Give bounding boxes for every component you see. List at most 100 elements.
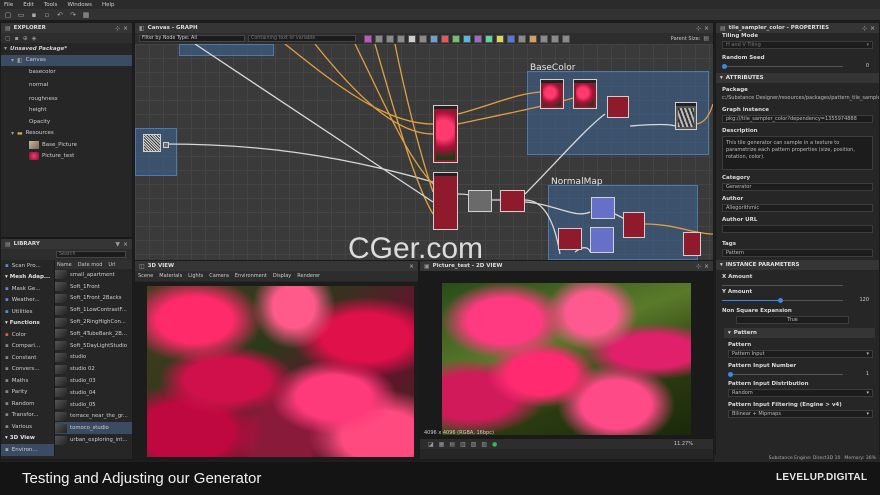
list-item[interactable]: studio_05 [55, 399, 132, 411]
menu-environment[interactable]: Environment [235, 273, 267, 279]
layout-icon[interactable]: ▦ [82, 11, 90, 19]
output-row[interactable]: height [1, 105, 132, 117]
pattern-input-distribution-dropdown[interactable]: Random ▾ [728, 389, 873, 397]
2d-viewport[interactable]: 4096 x 4096 (RGBA, 16bpc) [420, 271, 713, 439]
save-all-icon[interactable]: ▫ [43, 11, 51, 19]
output-node[interactable] [683, 232, 701, 256]
collapse-arrow-icon[interactable]: ▾ [11, 57, 14, 64]
slider-knob[interactable] [722, 63, 727, 69]
pin-icon[interactable]: ⊹ [696, 25, 701, 32]
resource-row[interactable]: Base_Picture [1, 139, 132, 151]
close-icon[interactable]: × [870, 25, 875, 32]
settings-icon[interactable]: ▤ [703, 35, 709, 42]
non-square-toggle[interactable]: True [736, 316, 849, 324]
slider-knob[interactable] [778, 297, 783, 303]
menu-windows[interactable]: Windows [67, 2, 92, 8]
list-item[interactable]: studio [55, 352, 132, 364]
filter-icon[interactable]: ▼ [115, 241, 120, 248]
author-url-field[interactable] [722, 225, 873, 233]
redo-icon[interactable]: ↷ [69, 11, 77, 19]
collapse-arrow-icon[interactable]: ▾ [4, 45, 7, 52]
collapse-arrow-icon[interactable]: ▾ [11, 130, 14, 137]
list-item[interactable]: Soft_4TubeBank_2B... [55, 328, 132, 340]
library-search-input[interactable]: Search [56, 251, 126, 258]
close-icon[interactable]: × [123, 241, 128, 248]
undo-icon[interactable]: ↶ [56, 11, 64, 19]
library-category[interactable]: ▪ Scan Pro... [1, 260, 54, 272]
graph-node[interactable] [468, 190, 492, 212]
library-category[interactable]: ▪ Random [1, 398, 54, 410]
open-folder-icon[interactable]: ▭ [17, 11, 25, 19]
node-filter-icon[interactable] [540, 34, 548, 43]
menu-camera[interactable]: Camera [209, 273, 229, 279]
list-item[interactable]: studio 02 [55, 363, 132, 375]
basecolor-node[interactable] [573, 79, 597, 109]
menu-scene[interactable]: Scene [138, 273, 153, 279]
fit-icon[interactable]: ▨ [481, 441, 487, 448]
list-item[interactable]: studio_04 [55, 387, 132, 399]
node-filter-icon[interactable] [386, 34, 394, 43]
node-filter-icon[interactable] [375, 34, 383, 43]
basecolor-node[interactable] [540, 79, 564, 109]
zoom-level[interactable]: 11.27% [674, 441, 693, 447]
menu-file[interactable]: File [4, 2, 13, 8]
pin-icon[interactable]: ⊹ [696, 263, 701, 270]
library-category[interactable]: ▪ Parity [1, 387, 54, 399]
normal-node[interactable] [558, 228, 582, 250]
attributes-section[interactable]: ▾ ATTRIBUTES [716, 73, 879, 83]
new-package-icon[interactable]: ▢ [5, 35, 11, 42]
library-category[interactable]: ▾ 3D View [1, 433, 54, 445]
list-item[interactable]: small_apartment [55, 269, 132, 281]
node-filter-icon[interactable] [463, 34, 471, 43]
library-category[interactable]: ▪ Utilities [1, 306, 54, 318]
column-header[interactable]: Name [57, 262, 72, 268]
pattern-input-number-slider[interactable]: 1 [728, 371, 873, 377]
library-category[interactable]: ▪ Mask Ge... [1, 283, 54, 295]
pattern-dropdown[interactable]: Pattern Input ▾ [728, 350, 873, 358]
graph-add-icon[interactable]: ◈ [32, 35, 37, 42]
category-field[interactable]: Generator [722, 183, 873, 191]
pin-icon[interactable]: ⊹ [862, 25, 867, 32]
graph-instance-field[interactable]: pkg:///tile_sampler_color?dependency=135… [722, 115, 873, 123]
output-row[interactable]: roughness [1, 93, 132, 105]
node-filter-icon[interactable] [518, 34, 526, 43]
y-amount-slider[interactable]: 120 [722, 297, 873, 303]
library-category[interactable]: ▾ Functions [1, 318, 54, 330]
contains-text-input[interactable]: Containing text or variable [248, 35, 356, 42]
graph-canvas[interactable]: BaseColor NormalMap [135, 44, 713, 260]
random-seed-slider[interactable]: 0 [722, 63, 873, 69]
node-filter-icon[interactable] [551, 34, 559, 43]
normal-node[interactable] [590, 227, 614, 253]
save-package-icon[interactable]: ▪ [15, 35, 19, 42]
link-icon[interactable]: ⊕ [23, 35, 28, 42]
list-item[interactable]: tomoco_studio [55, 422, 132, 435]
export-icon[interactable]: ▦ [439, 441, 445, 448]
node-filter-icon[interactable] [441, 34, 449, 43]
node-filter-icon[interactable] [485, 34, 493, 43]
node-filter-icon[interactable] [496, 34, 504, 43]
node-filter-icon[interactable] [397, 34, 405, 43]
menu-lights[interactable]: Lights [188, 273, 203, 279]
library-category[interactable]: ▪ Constant [1, 352, 54, 364]
output-row[interactable]: normal [1, 80, 132, 92]
canvas-row[interactable]: ▾ ◧ Canvas [1, 54, 132, 66]
new-file-icon[interactable]: ▢ [4, 11, 12, 19]
description-field[interactable]: This tile generator can sample in a text… [722, 136, 873, 170]
grid-icon[interactable]: ▥ [460, 441, 466, 448]
column-header[interactable]: Url [108, 262, 115, 268]
tile-sampler-node[interactable] [433, 105, 458, 163]
column-header[interactable]: Date mod [78, 262, 103, 268]
normal-node[interactable] [623, 212, 645, 238]
list-item[interactable]: Soft_5DayLightStudio [55, 340, 132, 352]
tile-icon[interactable]: ▧ [471, 441, 477, 448]
list-item[interactable]: studio_03 [55, 375, 132, 387]
author-field[interactable]: Allegorithmic [722, 204, 873, 212]
library-category[interactable]: ▪ Maths [1, 375, 54, 387]
list-item[interactable]: Soft_1Front_2Backs [55, 293, 132, 305]
node-filter-icon[interactable] [529, 34, 537, 43]
instance-params-section[interactable]: ▾ INSTANCE PARAMETERS [716, 260, 879, 270]
bitmap-node[interactable] [143, 134, 161, 152]
list-item[interactable]: urban_exploring_int... [55, 434, 132, 446]
list-item[interactable]: Soft_2RingHighCon... [55, 316, 132, 328]
tags-field[interactable]: Pattern [722, 249, 873, 257]
